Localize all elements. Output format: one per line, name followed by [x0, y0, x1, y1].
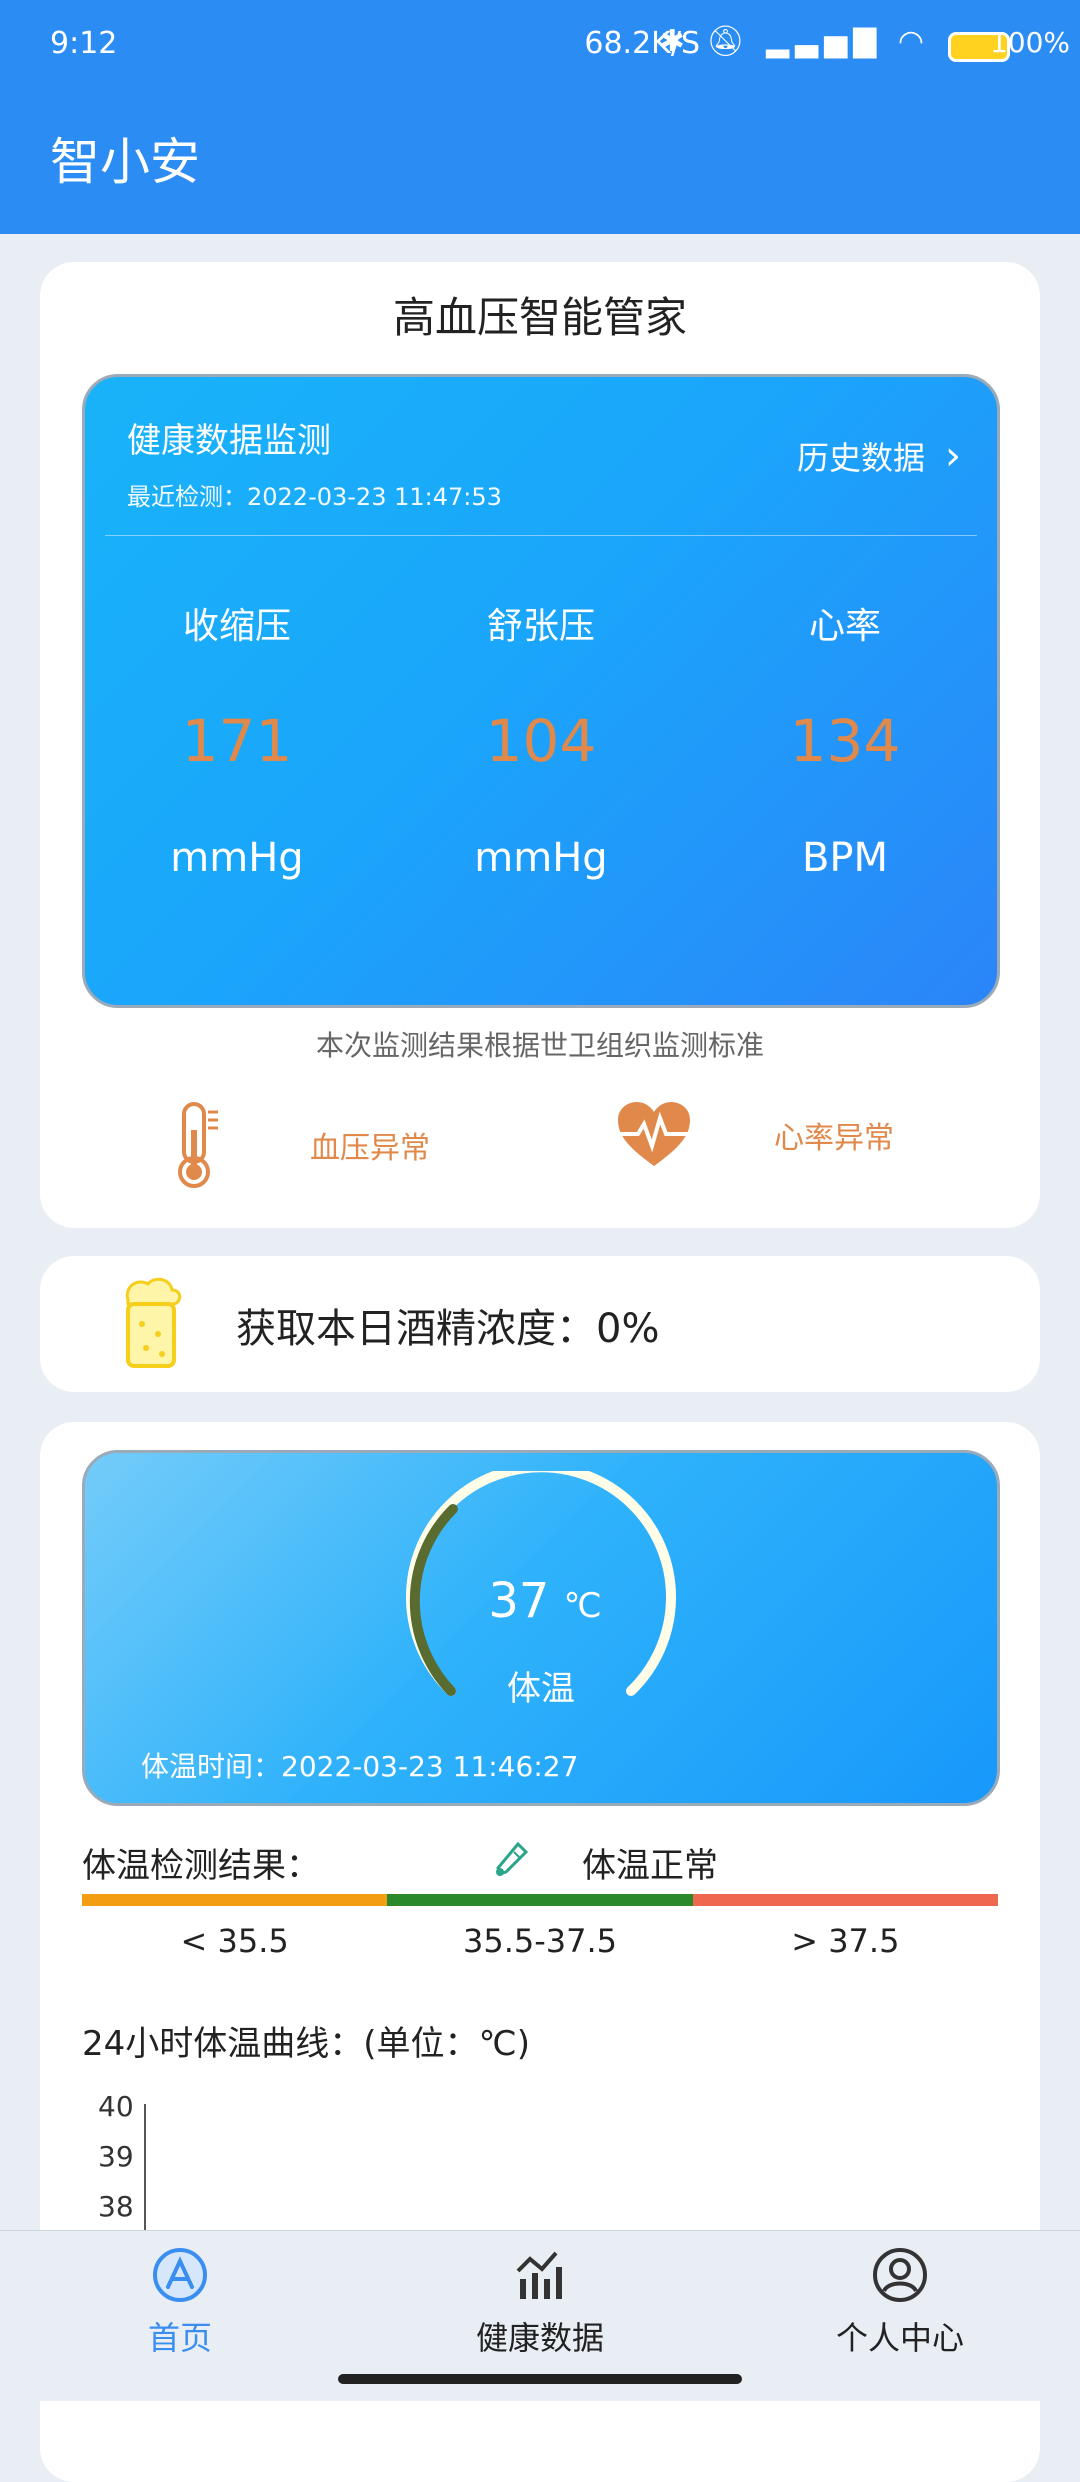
curve-label: 24小时体温曲线：(单位：℃) [82, 2024, 530, 2064]
bluetooth-icon: ✱ [659, 24, 691, 59]
wifi-icon: ◠ [897, 24, 930, 59]
health-monitor-panel: 健康数据监测 最近检测：2022-03-23 11:47:53 历史数据 › 收… [82, 374, 1000, 1008]
thermometer-small-icon [496, 1841, 529, 1876]
metric-systolic: 收缩压 171 mmHg [85, 597, 389, 881]
alcohol-card[interactable]: 获取本日酒精浓度：0% [40, 1256, 1040, 1392]
range-low: < 35.5 [180, 1922, 289, 1960]
curve-y-axis: 40 39 38 [98, 2090, 134, 2240]
metric-value: 104 [485, 707, 597, 775]
metric-unit: BPM [801, 835, 889, 881]
temperature-label: 体温 [507, 1669, 575, 1709]
y-tick: 39 [98, 2140, 134, 2173]
temperature-result-value: 体温正常 [582, 1846, 718, 1886]
alcohol-text: 获取本日酒精浓度：0% [236, 1306, 660, 1352]
nav-home[interactable]: 首页 [30, 2247, 330, 2359]
range-high: > 37.5 [791, 1922, 900, 1960]
range-bar-low [82, 1894, 388, 1906]
temperature-time: 体温时间：2022-03-23 11:46:27 [141, 1750, 579, 1783]
history-data-label: 历史数据 [796, 439, 925, 477]
metric-value: 134 [789, 707, 901, 775]
temperature-ranges: < 35.5 35.5-37.5 > 37.5 [82, 1922, 998, 1960]
monitor-title: 健康数据监测 [127, 421, 331, 461]
bp-card-heading: 高血压智能管家 [392, 293, 687, 342]
recent-check-time: 最近检测：2022-03-23 11:47:53 [127, 483, 502, 511]
metric-value: 171 [181, 707, 293, 775]
bp-alert: 血压异常 [170, 1100, 430, 1190]
status-bar: 9:12 68.2K/S ✱ 🔕︎ ▂▃▅▇ ◠ 100% [0, 0, 1080, 96]
hr-alert-text: 心率异常 [774, 1121, 894, 1156]
temperature-number: 37 [488, 1573, 550, 1629]
app-title: 智小安 [50, 133, 200, 191]
nav-profile[interactable]: 个人中心 [750, 2247, 1050, 2359]
beer-icon [125, 1277, 182, 1368]
curve-axis-line [144, 2104, 146, 2234]
range-normal: 35.5-37.5 [462, 1922, 618, 1960]
mute-icon: 🔕︎ [706, 24, 751, 59]
app-bar: 智小安 [0, 96, 1080, 234]
metric-label: 心率 [808, 606, 881, 647]
home-icon [153, 2248, 207, 2302]
nav-home-label: 首页 [147, 2319, 212, 2357]
heart-rate-alert: 心率异常 [616, 1100, 894, 1170]
nav-health-data[interactable]: 健康数据 [390, 2247, 690, 2359]
temperature-unit: ℃ [563, 1586, 602, 1626]
status-time: 9:12 [50, 26, 118, 61]
temperature-range-bar [82, 1894, 998, 1906]
battery-level: 100% [989, 26, 1070, 59]
status-icons: ✱ 🔕︎ ▂▃▅▇ ◠ [660, 24, 930, 59]
metric-label: 收缩压 [182, 606, 291, 647]
thermometer-icon [178, 1102, 218, 1188]
chart-icon [516, 2251, 562, 2299]
nav-profile-label: 个人中心 [835, 2319, 964, 2357]
nav-health-data-label: 健康数据 [475, 2319, 604, 2357]
range-bar-high [692, 1894, 998, 1906]
bp-card: 高血压智能管家 健康数据监测 最近检测：2022-03-23 11:47:53 … [40, 262, 1040, 1228]
temperature-result-label: 体温检测结果： [82, 1846, 320, 1886]
standard-note: 本次监测结果根据世卫组织监测标准 [315, 1029, 764, 1062]
metric-heart-rate: 心率 134 BPM [693, 597, 997, 881]
home-indicator[interactable] [338, 2374, 742, 2384]
temperature-panel: 37 ℃ 体温 体温时间：2022-03-23 11:46:27 [82, 1450, 1000, 1806]
metric-label: 舒张压 [486, 606, 595, 647]
hd-signal-icon: ▂▃▅▇ [765, 24, 883, 59]
user-icon [873, 2248, 927, 2302]
metric-unit: mmHg [474, 835, 608, 881]
metric-unit: mmHg [170, 835, 304, 881]
y-tick: 40 [98, 2090, 134, 2123]
history-data-button[interactable]: 历史数据 › [797, 433, 961, 479]
temperature-value: 37 ℃ [85, 1573, 997, 1629]
heart-pulse-icon [618, 1102, 690, 1166]
bp-alert-text: 血压异常 [310, 1131, 430, 1166]
chevron-right-icon: › [945, 433, 961, 479]
metric-diastolic: 舒张压 104 mmHg [389, 597, 693, 881]
range-bar-normal [387, 1894, 693, 1906]
monitor-divider [105, 535, 977, 536]
